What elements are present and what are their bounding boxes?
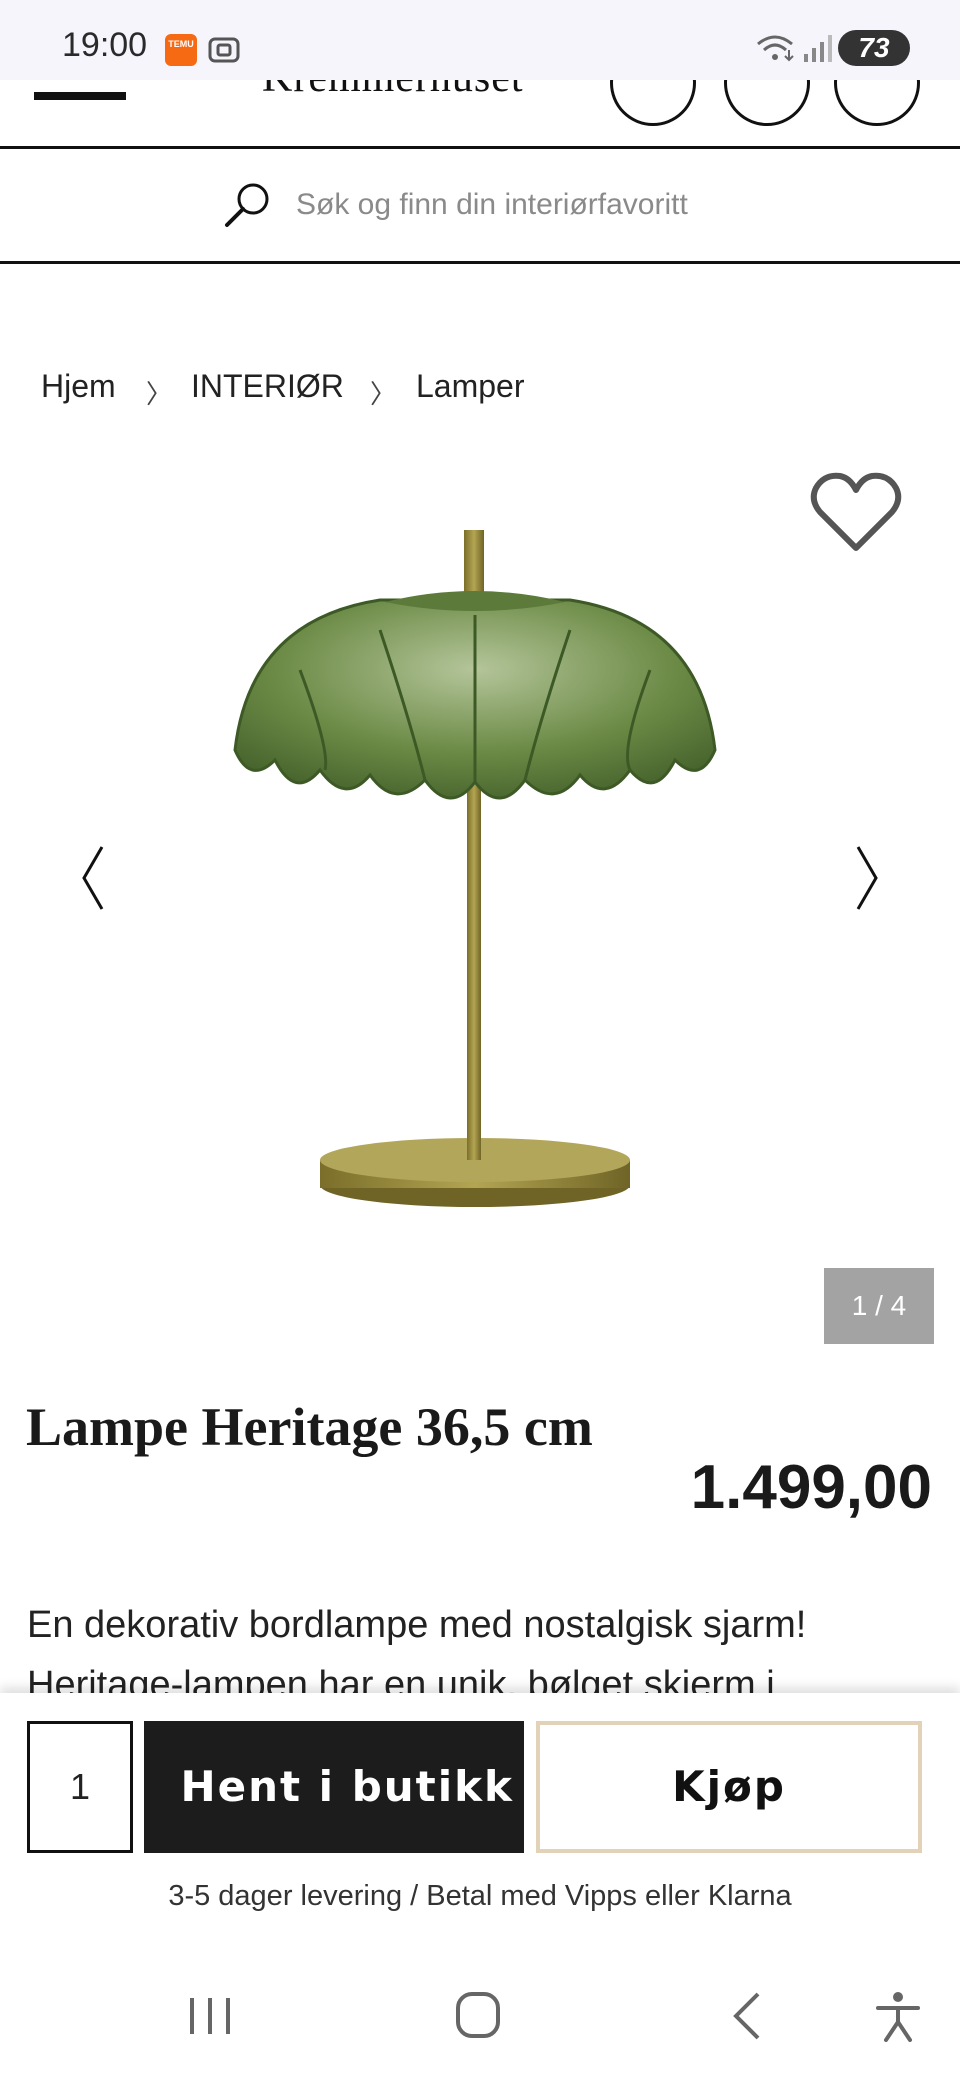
home-icon[interactable] bbox=[448, 1990, 508, 2042]
breadcrumb-interior[interactable]: INTERIØR bbox=[191, 368, 344, 405]
site-logo[interactable]: Kremmerhuset bbox=[262, 80, 524, 102]
signal-icon bbox=[804, 35, 832, 62]
previous-image-icon[interactable] bbox=[78, 843, 108, 913]
cart-icon[interactable] bbox=[834, 80, 920, 126]
battery-icon: 73 bbox=[838, 30, 910, 66]
status-bar: 19:00 TEMU 73 bbox=[0, 0, 960, 80]
product-title: Lampe Heritage 36,5 cm bbox=[26, 1397, 593, 1457]
buy-button[interactable]: Kjøp bbox=[536, 1721, 922, 1853]
image-counter: 1 / 4 bbox=[824, 1268, 934, 1344]
search-input[interactable]: Søk og finn din interiørfavoritt bbox=[296, 188, 688, 222]
back-icon[interactable] bbox=[718, 1990, 778, 2042]
quantity-field[interactable]: 1 bbox=[27, 1721, 133, 1853]
site-header: Kremmerhuset bbox=[0, 80, 960, 150]
status-time: 19:00 bbox=[62, 26, 148, 64]
delivery-info: 3-5 dager levering / Betal med Vipps ell… bbox=[168, 1880, 792, 1912]
next-image-icon[interactable] bbox=[852, 843, 882, 913]
product-image[interactable] bbox=[180, 520, 740, 1240]
pickup-in-store-button[interactable]: Hent i butikk bbox=[144, 1721, 524, 1853]
favorite-heart-icon[interactable] bbox=[810, 470, 902, 554]
breadcrumb-separator: 〉 bbox=[370, 379, 397, 409]
search-icon[interactable] bbox=[222, 180, 272, 230]
wifi-icon bbox=[757, 35, 794, 62]
menu-icon[interactable] bbox=[34, 92, 126, 100]
screenshot-icon bbox=[208, 37, 240, 63]
product-description: En dekorativ bordlampe med nostalgisk sj… bbox=[27, 1604, 807, 1646]
recent-apps-icon[interactable] bbox=[180, 1990, 240, 2042]
breadcrumb-separator: 〉 bbox=[146, 379, 173, 409]
heart-icon[interactable] bbox=[610, 80, 696, 126]
search-divider bbox=[0, 261, 960, 264]
account-icon[interactable] bbox=[724, 80, 810, 126]
breadcrumb-lamps[interactable]: Lamper bbox=[416, 368, 525, 405]
breadcrumb-home[interactable]: Hjem bbox=[41, 368, 116, 405]
temu-app-icon: TEMU bbox=[165, 34, 197, 66]
accessibility-icon[interactable] bbox=[868, 1990, 928, 2042]
product-price: 1.499,00 bbox=[690, 1453, 932, 1522]
